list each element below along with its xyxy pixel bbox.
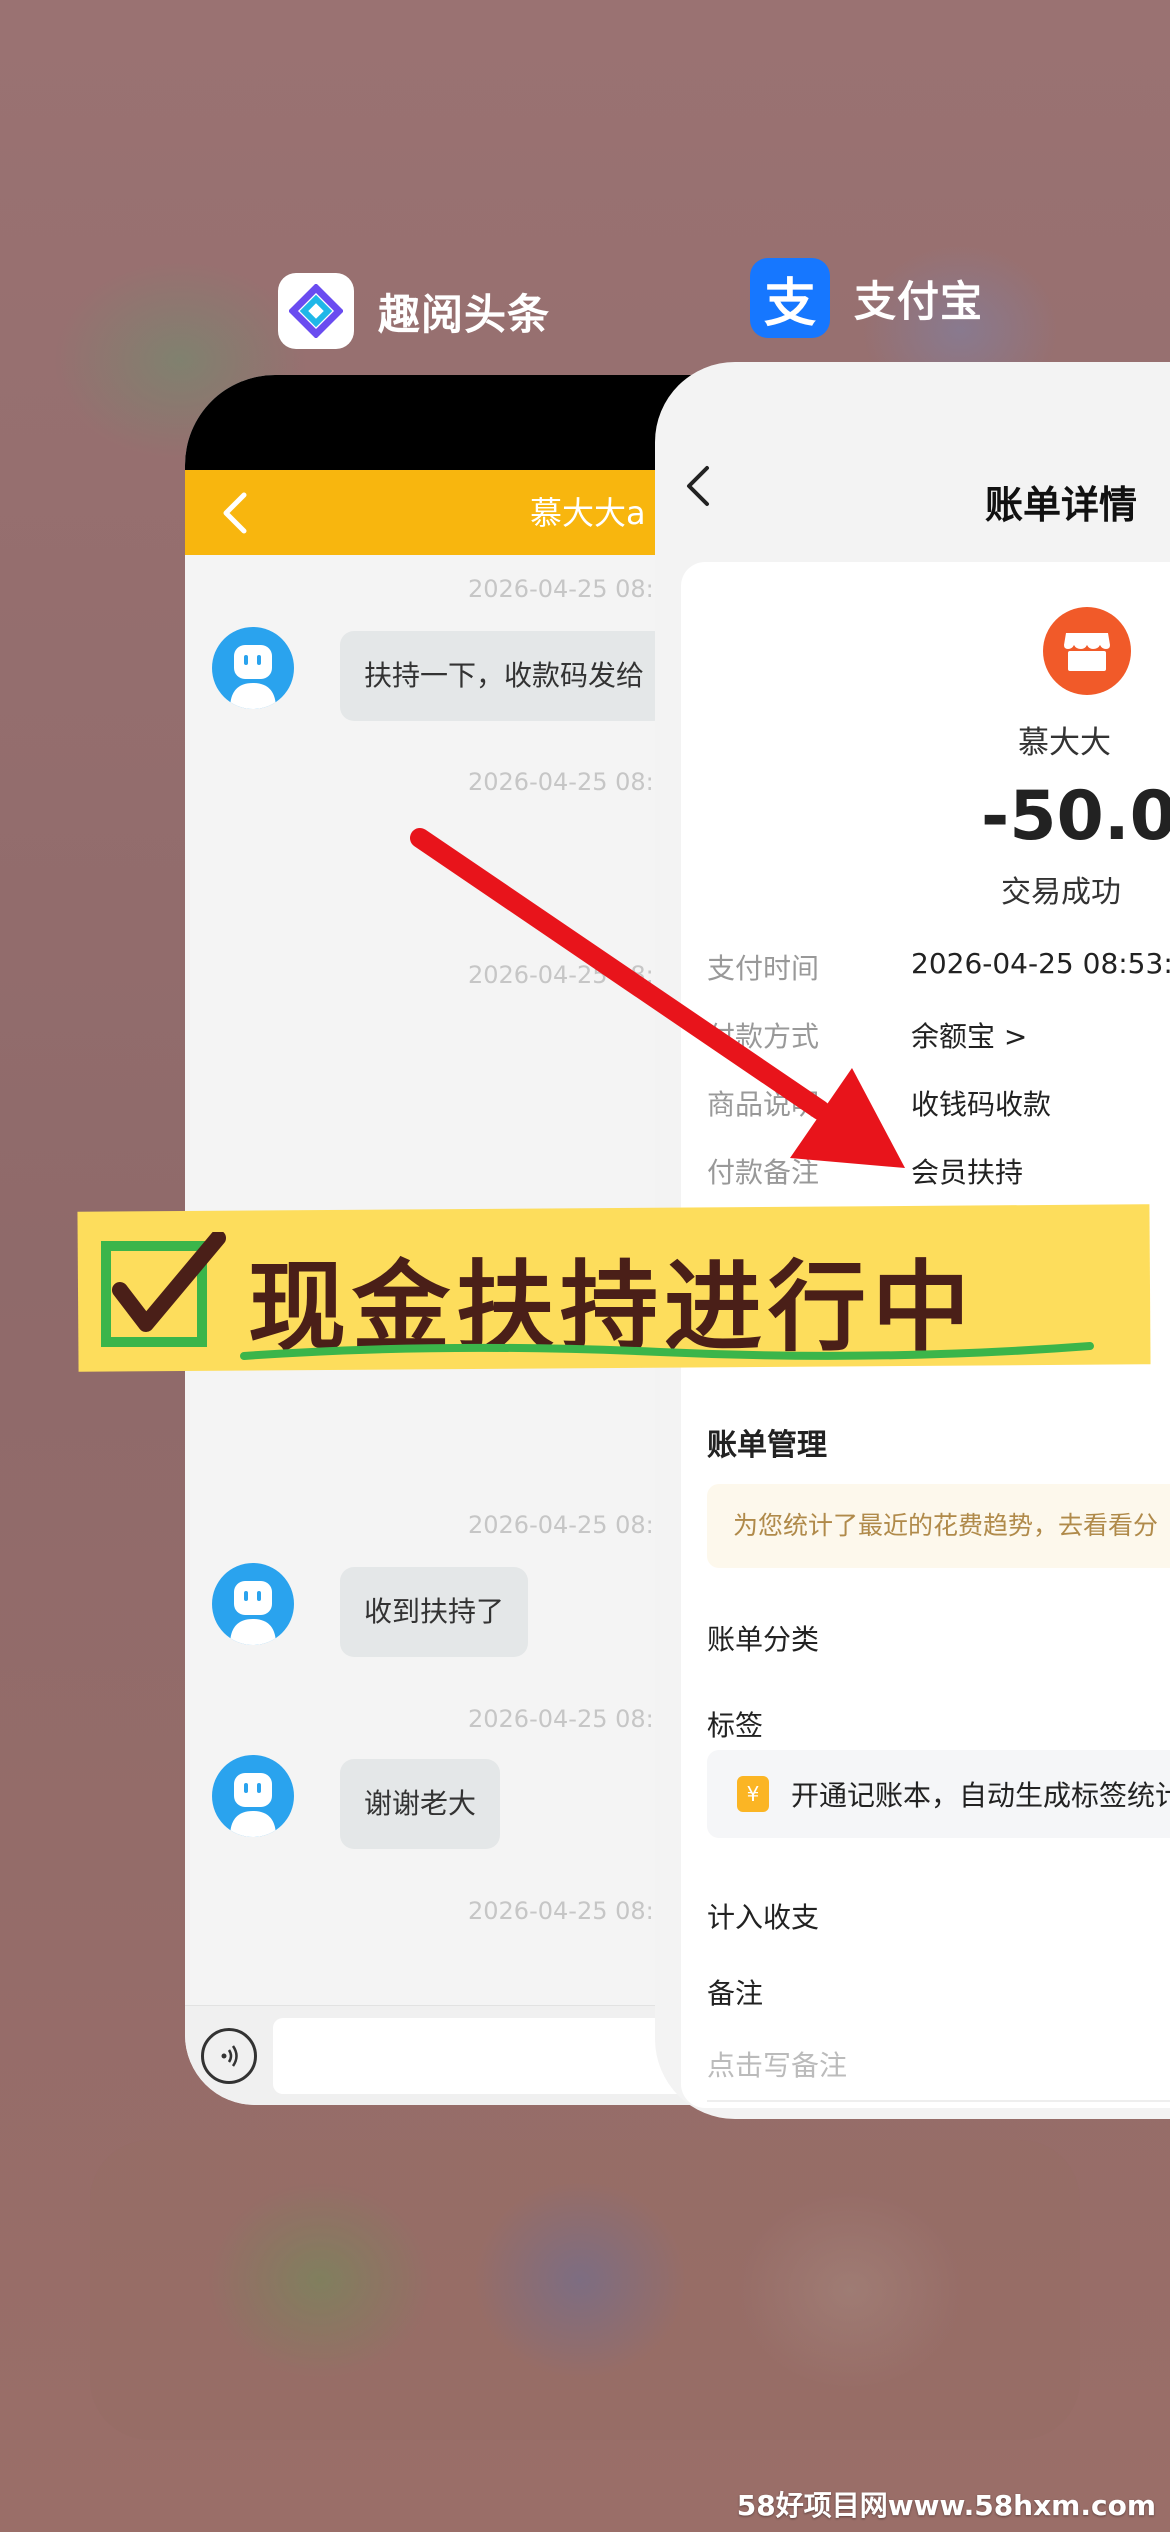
message-bubble[interactable]: 扶持一下，收款码发给 [340, 631, 669, 721]
voice-icon[interactable] [201, 2028, 257, 2084]
detail-value-product: 收钱码收款 [911, 1088, 1052, 1121]
message-timestamp: 2026-04-25 08:5 [468, 768, 669, 796]
message-timestamp: 2026-04-25 08:5 [468, 1705, 669, 1733]
detail-value-pay-time: 2026-04-25 08:53: [911, 947, 1170, 980]
divider [707, 2100, 1170, 2102]
detail-label-pay-time: 支付时间 [707, 952, 820, 985]
chat-title: 慕大大a [530, 494, 646, 532]
alipay-header: 账单详情 [655, 362, 1170, 562]
checkmark-icon [98, 1230, 228, 1354]
avatar[interactable] [212, 627, 294, 709]
app-label-alipay[interactable]: 支 支付宝 [750, 258, 983, 338]
income-expense-row[interactable]: 计入收支 [707, 1896, 819, 1936]
detail-label-product: 商品说明 [707, 1088, 820, 1121]
open-ledger-prompt[interactable]: ¥ 开通记账本，自动生成标签统计 [707, 1750, 1170, 1838]
app-label-quyue[interactable]: 趣阅头条 [278, 273, 550, 349]
quyue-app-icon [278, 273, 354, 349]
shop-icon [1043, 607, 1131, 695]
tag-label: 标签 [707, 1709, 764, 1742]
alipay-app-icon: 支 [750, 258, 830, 338]
back-chevron-icon[interactable] [205, 483, 265, 543]
spending-trend-tip[interactable]: 为您统计了最近的花费趋势，去看看分 [707, 1484, 1170, 1568]
detail-value-remark: 会员扶持 [911, 1156, 1024, 1189]
bill-category-row[interactable]: 账单分类 [707, 1618, 819, 1658]
detail-label-remark: 付款备注 [707, 1156, 820, 1189]
message-timestamp: 2026-04-25 08:5 [468, 1511, 669, 1539]
open-ledger-text: 开通记账本，自动生成标签统计 [791, 1779, 1170, 1812]
note-input[interactable]: 点击写备注 [707, 2044, 847, 2084]
blurred-dock [90, 2140, 1080, 2440]
back-chevron-icon[interactable] [683, 464, 713, 512]
banner-underline [240, 1342, 1094, 1360]
message-timestamp: 2026-04-25 08:5 [468, 1897, 669, 1925]
transaction-amount: -50.00 [981, 777, 1170, 856]
detail-label-pay-method: 付款方式 [707, 1020, 820, 1053]
message-bubble[interactable]: 收到扶持了 [340, 1567, 529, 1657]
message-bubble[interactable]: 谢谢老大 [340, 1759, 501, 1849]
watermark: 58好项目网www.58hxm.com [736, 2489, 1156, 2522]
message-timestamp: 2026-04-25 08:5 [468, 575, 669, 603]
yen-icon: ¥ [737, 1776, 769, 1812]
avatar[interactable] [212, 1563, 294, 1645]
alipay-app-name: 支付宝 [854, 276, 984, 326]
avatar[interactable] [212, 1755, 294, 1837]
page-title: 账单详情 [985, 483, 1138, 527]
transaction-status: 交易成功 [1001, 875, 1121, 910]
message-timestamp: 2026-04-25 08: [468, 961, 654, 989]
quyue-app-name: 趣阅头条 [378, 289, 551, 339]
detail-value-pay-method[interactable]: 余额宝 > [911, 1015, 1027, 1055]
note-label: 备注 [707, 1977, 764, 2010]
bill-management-panel: 账单管理 为您统计了最近的花费趋势，去看看分 账单分类 标签 ¥ 开通记账本，自… [681, 1388, 1170, 2108]
merchant-name: 慕大大 [1018, 725, 1111, 761]
section-title: 账单管理 [707, 1428, 827, 1463]
